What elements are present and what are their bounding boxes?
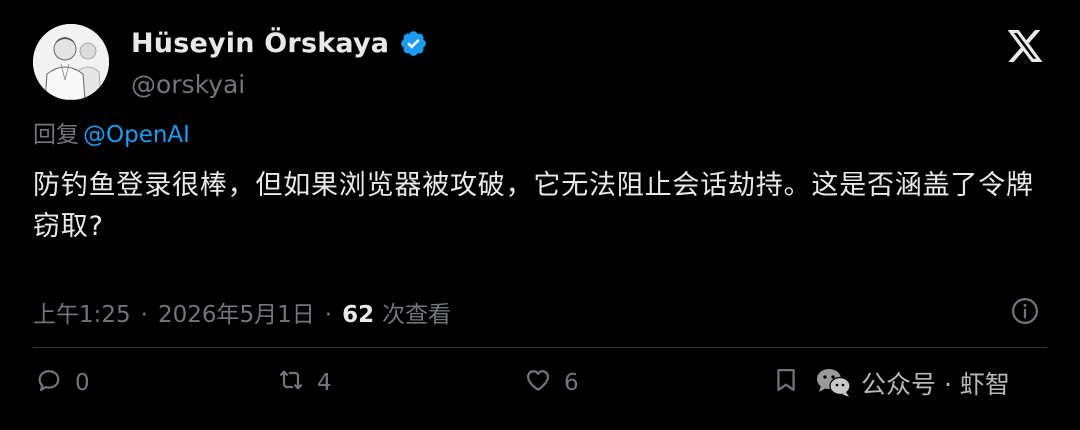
bookmark-icon <box>772 366 800 400</box>
retweet-button[interactable]: 4 <box>277 366 332 400</box>
x-logo-icon[interactable] <box>1007 30 1044 62</box>
reply-mention-link[interactable]: @OpenAI <box>83 122 190 148</box>
like-count: 6 <box>564 370 579 396</box>
like-button[interactable]: 6 <box>524 366 579 400</box>
wechat-watermark: 公众号 · 虾智 <box>815 365 1010 401</box>
tweet-meta: 上午1:25 · 2026年5月1日 · 62 次查看 <box>33 295 451 329</box>
avatar-image <box>33 24 109 100</box>
reply-context: 回复 @OpenAI <box>33 115 190 149</box>
reply-prefix: 回复 <box>33 122 79 148</box>
author-display-name[interactable]: Hüseyin Örskaya <box>131 28 389 59</box>
views-label: 次查看 <box>382 302 452 328</box>
author-name-row: Hüseyin Örskaya <box>131 28 428 59</box>
reply-count: 0 <box>75 370 90 396</box>
meta-separator: · <box>324 302 333 328</box>
info-icon[interactable] <box>1010 296 1040 326</box>
views-count: 62 <box>342 302 375 328</box>
divider <box>33 347 1047 348</box>
meta-separator: · <box>140 302 148 328</box>
tweet-time[interactable]: 上午1:25 <box>33 295 131 329</box>
retweet-icon <box>277 366 305 400</box>
tweet-card: Hüseyin Örskaya @orskyai 回复 @OpenAI 防钓鱼登录… <box>0 0 1080 430</box>
bookmark-button[interactable] <box>772 366 800 400</box>
tweet-date[interactable]: 2026年5月1日 <box>158 295 315 329</box>
verified-badge-icon <box>399 29 428 58</box>
avatar[interactable] <box>33 24 109 100</box>
like-icon <box>524 366 552 400</box>
author-handle[interactable]: @orskyai <box>131 70 245 99</box>
retweet-count: 4 <box>317 370 332 396</box>
reply-button[interactable]: 0 <box>35 366 90 400</box>
tweet-text: 防钓鱼登录很棒，但如果浏览器被攻破，它无法阻止会话劫持。这是否涵盖了令牌窃取? <box>33 170 1034 242</box>
reply-icon <box>35 366 63 400</box>
watermark-text: 公众号 · 虾智 <box>861 370 1010 399</box>
wechat-icon <box>815 367 853 399</box>
